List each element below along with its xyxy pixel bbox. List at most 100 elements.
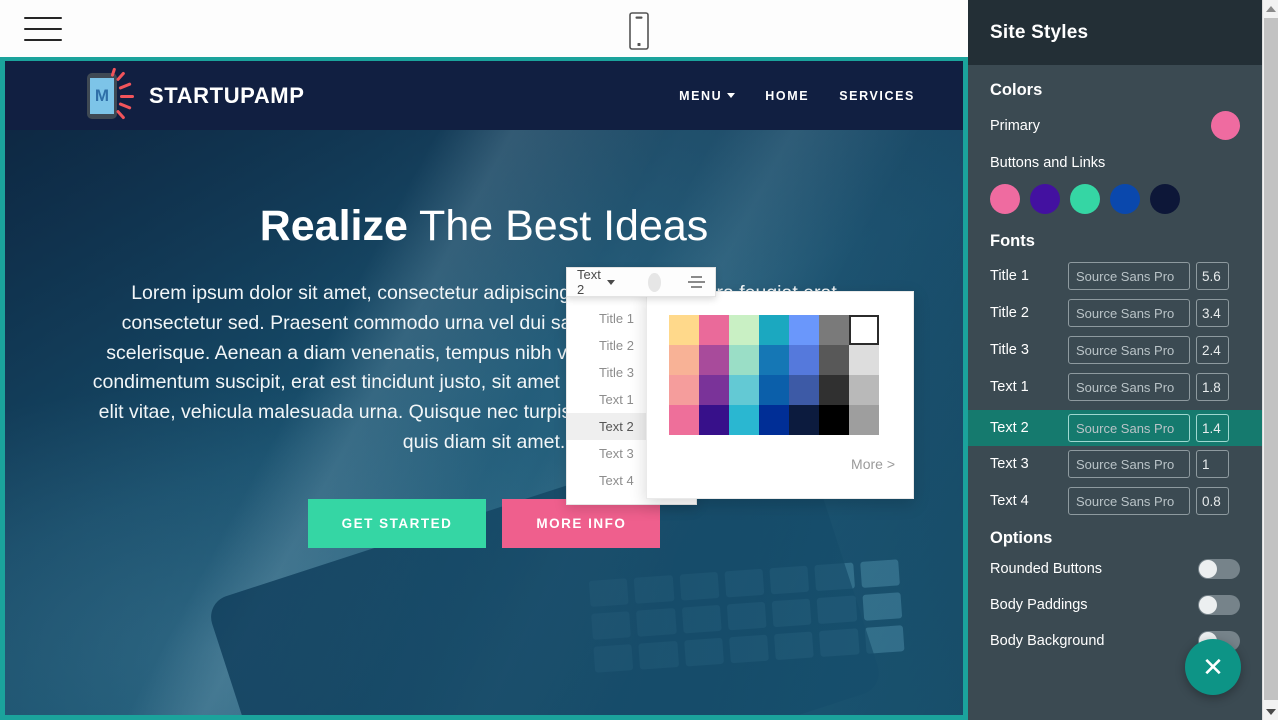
buttons-links-swatches — [990, 184, 1240, 214]
color-swatch[interactable] — [819, 375, 849, 405]
scroll-down-arrow-icon[interactable] — [1263, 703, 1278, 720]
text-style-toolbar: Text 2 — [566, 267, 716, 297]
color-swatch[interactable] — [669, 345, 699, 375]
font-setting-row: Text 2 — [968, 410, 1262, 446]
button-link-color-swatch[interactable] — [1110, 184, 1140, 214]
color-swatch[interactable] — [669, 405, 699, 435]
font-size-input[interactable] — [1196, 299, 1229, 327]
color-swatch[interactable] — [729, 315, 759, 345]
close-sidebar-button[interactable]: ✕ — [1185, 639, 1241, 695]
color-swatch[interactable] — [729, 345, 759, 375]
site-brand-title: STARTUPAMP — [149, 82, 305, 108]
color-swatch[interactable] — [669, 315, 699, 345]
color-swatch-grid — [669, 315, 879, 435]
font-setting-row: Title 3 — [990, 336, 1240, 364]
font-family-input[interactable] — [1068, 414, 1190, 442]
scroll-up-arrow-icon[interactable] — [1263, 0, 1278, 17]
font-size-input[interactable] — [1196, 487, 1229, 515]
button-link-color-swatch[interactable] — [1070, 184, 1100, 214]
font-role-label: Title 3 — [990, 342, 1029, 358]
site-logo[interactable]: M STARTUPAMP — [87, 66, 305, 120]
align-center-icon[interactable] — [688, 276, 705, 288]
font-size-input[interactable] — [1196, 262, 1229, 290]
align-line — [691, 276, 702, 278]
color-swatch[interactable] — [699, 405, 729, 435]
color-swatch[interactable] — [849, 345, 879, 375]
font-setting-row: Text 4 — [990, 487, 1240, 515]
color-swatch[interactable] — [699, 345, 729, 375]
sidebar-title: Site Styles — [990, 21, 1089, 43]
color-swatch[interactable] — [849, 375, 879, 405]
color-swatch[interactable] — [759, 315, 789, 345]
site-navbar: M STARTUPAMP MENU HOME SERVICES — [5, 61, 963, 130]
font-family-input[interactable] — [1068, 373, 1190, 401]
font-size-input[interactable] — [1196, 336, 1229, 364]
sidebar-body: Colors Primary Buttons and Links Fonts T… — [968, 65, 1262, 651]
option-label: Body Background — [990, 633, 1105, 649]
hero-title-light: The Best Ideas — [407, 202, 709, 250]
font-family-input[interactable] — [1068, 450, 1190, 478]
color-swatch[interactable] — [819, 345, 849, 375]
font-size-input[interactable] — [1196, 414, 1229, 442]
more-colors-link[interactable]: More > — [851, 456, 895, 472]
color-swatch[interactable] — [729, 375, 759, 405]
body-paddings-toggle[interactable] — [1198, 595, 1240, 615]
background-keyboard-decoration — [588, 559, 907, 710]
window-scrollbar[interactable] — [1262, 0, 1278, 720]
hamburger-menu-icon[interactable] — [24, 14, 62, 44]
color-swatch[interactable] — [729, 405, 759, 435]
buttons-links-label: Buttons and Links — [990, 155, 1106, 171]
nav-link-services[interactable]: SERVICES — [839, 89, 915, 103]
align-line — [691, 286, 702, 288]
hamburger-line — [24, 17, 62, 19]
font-family-input[interactable] — [1068, 487, 1190, 515]
button-link-color-swatch[interactable] — [1150, 184, 1180, 214]
font-family-input[interactable] — [1068, 299, 1190, 327]
nav-link-menu[interactable]: MENU — [679, 89, 736, 103]
button-link-color-swatch[interactable] — [1030, 184, 1060, 214]
color-swatch[interactable] — [849, 315, 879, 345]
color-swatch[interactable] — [849, 405, 879, 435]
color-swatch[interactable] — [699, 375, 729, 405]
logo-ray — [120, 94, 134, 98]
color-swatch[interactable] — [789, 315, 819, 345]
get-started-button[interactable]: GET STARTED — [307, 499, 487, 549]
color-swatch[interactable] — [669, 375, 699, 405]
mobile-device-icon[interactable] — [624, 11, 654, 51]
color-swatch[interactable] — [759, 375, 789, 405]
colors-heading: Colors — [990, 81, 1043, 99]
hero-title[interactable]: Realize The Best Ideas — [5, 202, 963, 251]
font-family-input[interactable] — [1068, 336, 1190, 364]
color-swatch[interactable] — [789, 405, 819, 435]
nav-link-home[interactable]: HOME — [765, 89, 809, 103]
color-picker-popover: More > — [646, 291, 914, 499]
primary-color-label: Primary — [990, 117, 1040, 134]
text-style-dropdown-trigger[interactable]: Text 2 — [577, 267, 615, 297]
color-swatch[interactable] — [789, 345, 819, 375]
text-color-swatch-button[interactable] — [647, 272, 661, 292]
font-setting-row: Title 2 — [990, 299, 1240, 327]
font-role-label: Title 2 — [990, 305, 1029, 321]
font-size-input[interactable] — [1196, 450, 1229, 478]
more-info-button[interactable]: MORE INFO — [502, 499, 661, 549]
color-swatch[interactable] — [819, 405, 849, 435]
primary-color-swatch[interactable] — [1211, 111, 1240, 140]
color-swatch[interactable] — [759, 405, 789, 435]
font-size-input[interactable] — [1196, 373, 1229, 401]
color-swatch[interactable] — [789, 375, 819, 405]
font-role-label: Text 3 — [990, 456, 1029, 472]
fonts-heading: Fonts — [990, 232, 1035, 250]
scrollbar-thumb[interactable] — [1264, 18, 1278, 700]
site-nav-links: MENU HOME SERVICES — [679, 89, 963, 103]
startup-phone-logo-icon: M — [87, 66, 135, 120]
primary-color-row: Primary — [990, 111, 1240, 140]
rounded-buttons-toggle[interactable] — [1198, 559, 1240, 579]
font-role-label: Text 4 — [990, 493, 1029, 509]
font-family-input[interactable] — [1068, 262, 1190, 290]
button-link-color-swatch[interactable] — [990, 184, 1020, 214]
option-label: Body Paddings — [990, 597, 1088, 613]
color-swatch[interactable] — [819, 315, 849, 345]
options-section: Options Rounded Buttons Body Paddings Bo… — [990, 529, 1240, 651]
color-swatch[interactable] — [759, 345, 789, 375]
color-swatch[interactable] — [699, 315, 729, 345]
